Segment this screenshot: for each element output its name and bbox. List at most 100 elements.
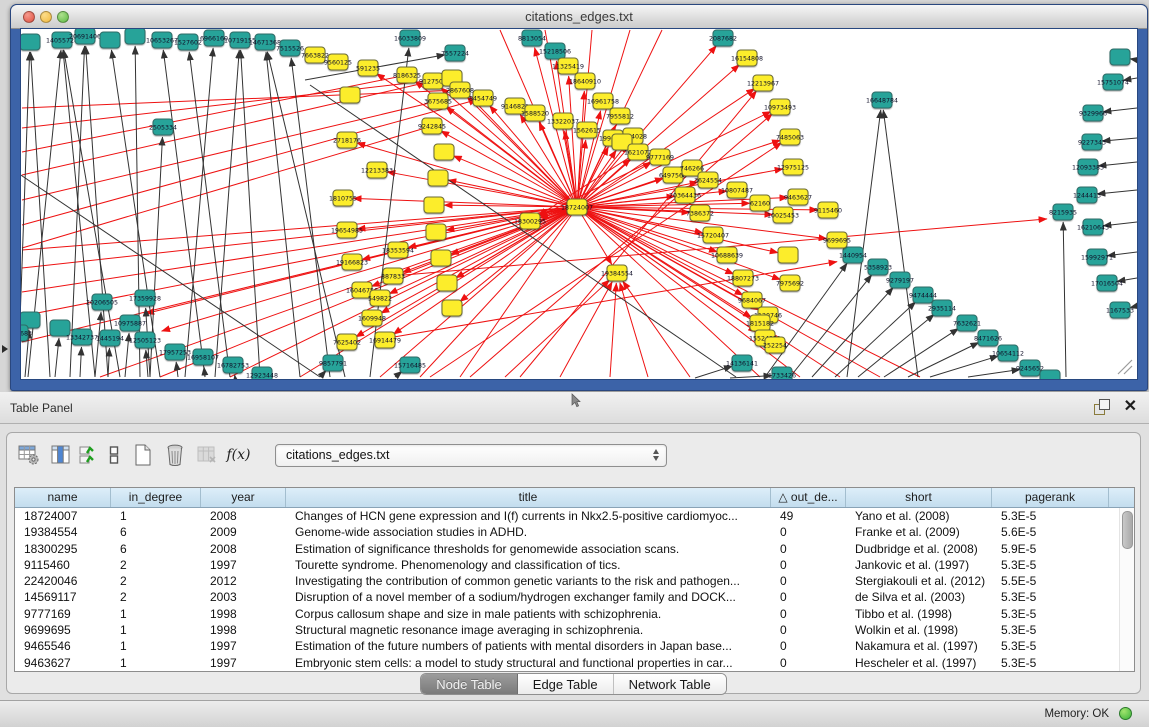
- graph-node[interactable]: 20206505: [86, 294, 118, 310]
- table-cell[interactable]: 2003: [201, 589, 286, 605]
- table-cell[interactable]: 1997: [201, 655, 286, 671]
- graph-node[interactable]: [1110, 49, 1130, 65]
- network-canvas[interactable]: 1405572420691406106532671527602696616010…: [21, 29, 1137, 379]
- table-cell[interactable]: 5.3E-5: [992, 655, 1109, 671]
- table-cell[interactable]: 1: [111, 622, 201, 638]
- graph-node[interactable]: 16154808: [731, 50, 763, 66]
- table-cell[interactable]: 6: [111, 524, 201, 540]
- graph-node[interactable]: 1815182: [746, 315, 774, 331]
- table-cell[interactable]: Changes of HCN gene expression and I(f) …: [286, 508, 771, 524]
- table-row[interactable]: 946362711997Embryonic stem cells: a mode…: [15, 655, 1134, 671]
- graph-node[interactable]: 10807487: [721, 182, 753, 198]
- graph-node[interactable]: 10975887: [114, 315, 146, 331]
- graph-node[interactable]: [778, 247, 798, 263]
- graph-node[interactable]: 3675685: [424, 93, 452, 109]
- table-row[interactable]: 1830029562008Estimation of significance …: [15, 541, 1134, 557]
- table-cell[interactable]: 5.3E-5: [992, 606, 1109, 622]
- graph-node[interactable]: 16958107: [187, 349, 219, 365]
- table-selector-dropdown[interactable]: citations_edges.txt: [275, 444, 667, 467]
- column-header-name[interactable]: name: [15, 488, 111, 507]
- graph-node[interactable]: 17016504: [1091, 275, 1123, 291]
- graph-node[interactable]: 1588520: [521, 105, 549, 121]
- table-cell[interactable]: 18724007: [15, 508, 111, 524]
- table-cell[interactable]: 1997: [201, 638, 286, 654]
- table-cell[interactable]: Embryonic stem cells: a model to study s…: [286, 655, 771, 671]
- table-row[interactable]: 1938455462009Genome-wide association stu…: [15, 524, 1134, 540]
- graph-node[interactable]: [21, 34, 40, 50]
- panel-collapse-arrow-icon[interactable]: [2, 345, 8, 353]
- table-cell[interactable]: 5.3E-5: [992, 557, 1109, 573]
- graph-node[interactable]: 9242845: [418, 118, 446, 134]
- table-cell[interactable]: Wolkin et al. (1998): [846, 622, 992, 638]
- graph-node[interactable]: 17359928: [129, 290, 161, 306]
- table-mode-button[interactable]: [15, 442, 42, 469]
- table-row[interactable]: 1872400712008Changes of HCN gene express…: [15, 508, 1134, 524]
- graph-node[interactable]: 1609948: [358, 310, 386, 326]
- column-header-short[interactable]: short: [846, 488, 992, 507]
- graph-node[interactable]: [426, 224, 446, 240]
- graph-node[interactable]: 16210643: [1077, 219, 1109, 235]
- table-cell[interactable]: 9115460: [15, 557, 111, 573]
- graph-node[interactable]: 16033809: [394, 30, 426, 46]
- function-builder-button[interactable]: f(x): [225, 442, 252, 469]
- column-header-year[interactable]: year: [201, 488, 286, 507]
- graph-node[interactable]: 1810755: [329, 190, 357, 206]
- table-cell[interactable]: Tourette syndrome. Phenomenology and cla…: [286, 557, 771, 573]
- table-cell[interactable]: 2: [111, 557, 201, 573]
- table-cell[interactable]: 9699695: [15, 622, 111, 638]
- close-panel-icon[interactable]: ✕: [1124, 397, 1137, 417]
- graph-node[interactable]: 1527602: [174, 34, 202, 50]
- table-cell[interactable]: 6: [111, 541, 201, 557]
- table-cell[interactable]: 2012: [201, 573, 286, 589]
- graph-node[interactable]: [100, 32, 120, 48]
- table-cell[interactable]: 9465546: [15, 638, 111, 654]
- table-cell[interactable]: 5.5E-5: [992, 573, 1109, 589]
- graph-node[interactable]: 7632621: [953, 315, 981, 331]
- graph-node[interactable]: 15992971: [1081, 249, 1113, 265]
- graph-node[interactable]: 9329966: [1079, 105, 1107, 121]
- import-table-button[interactable]: [193, 442, 220, 469]
- table-vertical-scrollbar[interactable]: [1119, 508, 1134, 671]
- table-cell[interactable]: 5.6E-5: [992, 524, 1109, 540]
- graph-node[interactable]: 1440954: [839, 247, 867, 263]
- table-cell[interactable]: 0: [771, 541, 846, 557]
- graph-node[interactable]: 7975692: [776, 275, 804, 291]
- table-cell[interactable]: Yano et al. (2008): [846, 508, 992, 524]
- graph-node[interactable]: 591235: [356, 60, 380, 76]
- table-cell[interactable]: 2008: [201, 541, 286, 557]
- graph-node[interactable]: 16961758: [587, 93, 619, 109]
- graph-node[interactable]: 5358923: [864, 259, 892, 275]
- graph-node[interactable]: 62160: [750, 195, 770, 211]
- graph-node[interactable]: [1040, 370, 1060, 379]
- graph-node[interactable]: 12093383: [1072, 159, 1104, 175]
- graph-node[interactable]: [434, 144, 454, 160]
- graph-node[interactable]: 7557224: [441, 45, 469, 61]
- graph-node[interactable]: 9684067: [738, 292, 766, 308]
- graph-node[interactable]: 12213967: [747, 75, 779, 91]
- float-panel-button[interactable]: [1094, 399, 1111, 416]
- table-cell[interactable]: Estimation of the future numbers of pati…: [286, 638, 771, 654]
- graph-node[interactable]: [431, 250, 451, 266]
- table-cell[interactable]: 9463627: [15, 655, 111, 671]
- graph-node[interactable]: 9777169: [646, 149, 674, 165]
- table-cell[interactable]: 22420046: [15, 573, 111, 589]
- graph-node[interactable]: 3624554: [694, 172, 722, 188]
- graph-node[interactable]: 2087682: [709, 30, 737, 46]
- graph-node[interactable]: 10688639: [711, 247, 743, 263]
- graph-node[interactable]: 8813054: [518, 30, 546, 46]
- show-columns-button[interactable]: [47, 442, 74, 469]
- graph-node[interactable]: 12975125: [777, 159, 809, 175]
- graph-node[interactable]: 9560125: [324, 54, 352, 70]
- graph-node[interactable]: 8186325: [393, 67, 421, 83]
- graph-node[interactable]: 19384554: [601, 265, 633, 281]
- graph-node[interactable]: [437, 275, 457, 291]
- table-cell[interactable]: 0: [771, 606, 846, 622]
- table-cell[interactable]: 5.3E-5: [992, 589, 1109, 605]
- create-column-button[interactable]: [129, 442, 156, 469]
- table-row[interactable]: 2242004622012Investigating the contribut…: [15, 573, 1134, 589]
- graph-node[interactable]: 13342737: [66, 329, 98, 345]
- table-cell[interactable]: 49: [771, 508, 846, 524]
- table-cell[interactable]: 0: [771, 573, 846, 589]
- graph-node[interactable]: 1244413: [1073, 187, 1101, 203]
- canvas-resize-grip[interactable]: [1118, 360, 1132, 374]
